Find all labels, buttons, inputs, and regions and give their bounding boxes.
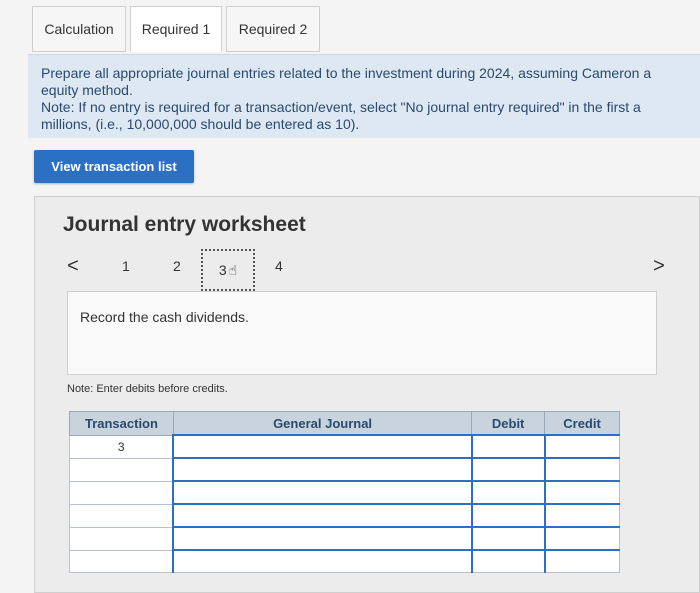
credit-input[interactable] xyxy=(543,549,620,573)
debit-input[interactable] xyxy=(470,480,546,505)
transaction-prompt: Record the cash dividends. xyxy=(80,309,249,325)
chevron-right-icon[interactable]: > xyxy=(649,255,669,278)
hand-pointer-icon: ☝ xyxy=(228,261,238,278)
debit-input[interactable] xyxy=(470,549,546,573)
tab-required-1[interactable]: Required 1 xyxy=(130,6,222,52)
table-row xyxy=(69,480,620,505)
chevron-left-icon[interactable]: < xyxy=(63,255,83,278)
credit-input[interactable] xyxy=(543,503,620,528)
journal-entry-worksheet: Journal entry worksheet < 1 2 3 ☝ 4 > Re… xyxy=(34,196,700,593)
step-2[interactable]: 2 xyxy=(173,258,181,274)
account-select[interactable] xyxy=(172,480,473,505)
instructions-panel: Prepare all appropriate journal entries … xyxy=(28,54,700,138)
header-debit: Debit xyxy=(471,411,546,436)
debit-input[interactable] xyxy=(470,434,546,459)
account-select[interactable] xyxy=(172,457,473,482)
header-credit: Credit xyxy=(544,411,620,436)
journal-table: Transaction General Journal Debit Credit… xyxy=(69,411,620,573)
transaction-cell xyxy=(69,549,174,573)
table-row xyxy=(69,457,620,482)
worksheet-title: Journal entry worksheet xyxy=(63,213,306,236)
instruction-line: Prepare all appropriate journal entries … xyxy=(41,65,652,81)
transaction-cell xyxy=(69,480,174,505)
step-3-label: 3 xyxy=(218,262,227,278)
account-select[interactable] xyxy=(172,526,473,551)
instruction-note: Note: If no entry is required for a tran… xyxy=(41,99,641,115)
debit-credit-note: Note: Enter debits before credits. xyxy=(67,383,228,395)
tab-bar: Calculation Required 1 Required 2 xyxy=(32,6,324,54)
header-general-journal: General Journal xyxy=(172,411,473,436)
step-3-current[interactable]: 3 ☝ xyxy=(201,249,255,291)
debit-input[interactable] xyxy=(470,457,546,482)
credit-input[interactable] xyxy=(543,457,620,482)
credit-input[interactable] xyxy=(543,434,620,459)
debit-input[interactable] xyxy=(470,526,546,551)
transaction-cell xyxy=(69,457,174,482)
transaction-cell xyxy=(69,503,174,528)
tab-calculation[interactable]: Calculation xyxy=(32,6,126,52)
view-transaction-list-button[interactable]: View transaction list xyxy=(34,150,194,183)
debit-input[interactable] xyxy=(470,503,546,528)
step-1[interactable]: 1 xyxy=(122,258,130,274)
transaction-prompt-box: Record the cash dividends. xyxy=(67,291,657,375)
account-select[interactable] xyxy=(172,434,473,459)
transaction-cell: 3 xyxy=(69,434,174,459)
credit-input[interactable] xyxy=(543,526,620,551)
credit-input[interactable] xyxy=(543,480,620,505)
transaction-cell xyxy=(69,526,174,551)
account-select[interactable] xyxy=(172,503,473,528)
instruction-line: equity method. xyxy=(41,82,133,98)
account-select[interactable] xyxy=(172,549,473,573)
table-row xyxy=(69,549,620,573)
table-row xyxy=(69,526,620,551)
header-transaction: Transaction xyxy=(69,411,174,436)
table-row: 3 xyxy=(69,434,620,459)
table-row xyxy=(69,503,620,528)
instruction-note: millions, (i.e., 10,000,000 should be en… xyxy=(41,116,360,132)
step-4[interactable]: 4 xyxy=(275,258,283,274)
tab-required-2[interactable]: Required 2 xyxy=(226,6,320,52)
